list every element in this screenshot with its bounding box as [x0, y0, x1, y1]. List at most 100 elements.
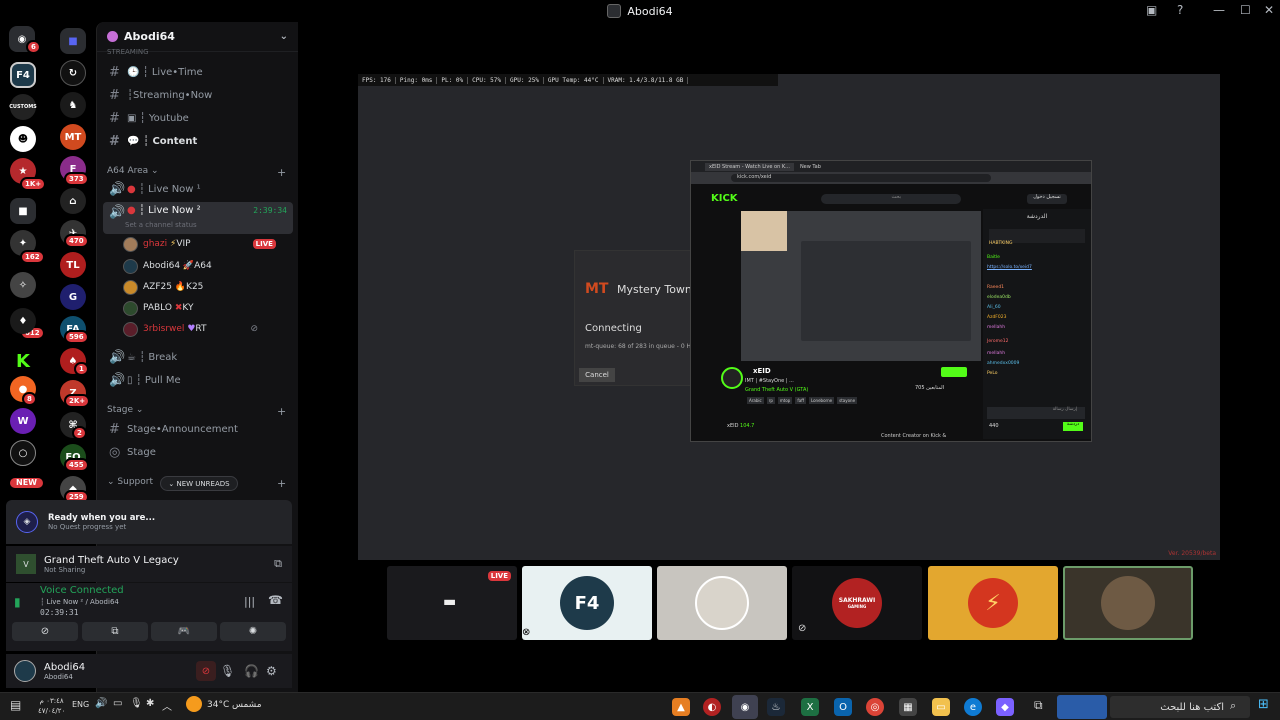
- channel-status-input[interactable]: Set a channel status: [125, 221, 197, 229]
- stage-channel[interactable]: ◎ Stage: [103, 442, 293, 462]
- voice-channel-name[interactable]: ┆ Live Now ² / Abodi64: [40, 598, 119, 606]
- search-highlight-image[interactable]: [1057, 695, 1107, 719]
- tag-chip[interactable]: rp: [766, 397, 775, 404]
- chevron-up-icon[interactable]: ︿: [162, 698, 172, 713]
- add-channel-icon[interactable]: +: [277, 405, 286, 418]
- channel-streaming-now[interactable]: # ┆Streaming•Now: [103, 85, 293, 105]
- folder-icon[interactable]: ■: [10, 198, 36, 224]
- server-icon[interactable]: ○: [10, 440, 36, 466]
- copilot-icon[interactable]: ◆: [996, 698, 1014, 716]
- volume-icon[interactable]: 🔊: [95, 698, 107, 709]
- outlook-icon[interactable]: O: [834, 698, 852, 716]
- chrome-icon[interactable]: ◎: [866, 698, 884, 716]
- tag-chip[interactable]: mtop: [777, 397, 793, 404]
- streamer-avatar[interactable]: [721, 367, 743, 389]
- server-mt-icon[interactable]: MT: [60, 124, 86, 150]
- inbox-icon[interactable]: ▣: [1146, 3, 1157, 17]
- tag-chip[interactable]: faff: [795, 397, 806, 404]
- follow-button[interactable]: [941, 367, 967, 377]
- clock[interactable]: ٠٣:٤٨ م ٤٧/٠٤/٢٠: [38, 696, 65, 716]
- microphone-icon[interactable]: 🎙: [130, 698, 143, 709]
- participant-tile[interactable]: F4 ⊗: [522, 566, 652, 640]
- activities-button[interactable]: 🎮: [151, 622, 217, 641]
- participant-tile[interactable]: ▬ LIVE: [387, 566, 517, 640]
- tag-chip[interactable]: Loneborne: [808, 397, 835, 404]
- close-button[interactable]: ✕: [1264, 3, 1274, 17]
- weather-icon[interactable]: [186, 696, 202, 712]
- category-stage[interactable]: Stage ⌄ +: [107, 405, 286, 418]
- server-icon[interactable]: ↻: [60, 60, 86, 86]
- microphone-icon[interactable]: 🎙: [220, 664, 235, 678]
- add-channel-icon[interactable]: +: [277, 166, 286, 179]
- channel-content[interactable]: # 💬 ┆ Content: [103, 131, 293, 151]
- voice-user-ghazi[interactable]: ghazi ⚡ VIP LIVE: [123, 234, 276, 254]
- login-button[interactable]: تسجيل دخول: [1027, 194, 1067, 204]
- channel-livetime[interactable]: # 🕒 ┆ Live•Time: [103, 62, 293, 82]
- streamer-name[interactable]: xEID: [753, 367, 771, 375]
- stream-view[interactable]: FPS: 176 Ping: 0ms PL: 0% CPU: 57% GPU: …: [358, 74, 1220, 560]
- cancel-button[interactable]: Cancel: [579, 368, 615, 382]
- browser-tab[interactable]: New Tab: [800, 164, 821, 170]
- voice-user-pablo[interactable]: PABLO ✖ KY: [123, 298, 193, 318]
- browser-tab[interactable]: xEID Stream - Watch Live on K...: [705, 162, 794, 171]
- server-icon[interactable]: ⌂: [60, 188, 86, 214]
- kick-server-icon[interactable]: K: [10, 348, 36, 374]
- signal-icon[interactable]: ▮: [14, 595, 21, 609]
- participant-tile[interactable]: SAKHRAWI GAMING ⊘: [792, 566, 922, 640]
- screen-share-button[interactable]: ⧉: [82, 622, 148, 641]
- server-icon[interactable]: ♦: [10, 308, 36, 334]
- app-icon[interactable]: ◐: [703, 698, 721, 716]
- channel-youtube[interactable]: # ▣ ┆ Youtube: [103, 108, 293, 128]
- notification-icon[interactable]: ▤: [10, 698, 21, 712]
- headphones-icon[interactable]: 🎧: [244, 664, 259, 678]
- channel-stage-announcement[interactable]: # Stage•Announcement: [103, 419, 293, 439]
- server-icon[interactable]: W: [10, 408, 36, 434]
- network-icon[interactable]: ▭: [113, 698, 122, 709]
- edge-icon[interactable]: e: [964, 698, 982, 716]
- participant-tile-speaking[interactable]: [1063, 566, 1193, 640]
- language-indicator[interactable]: ENG: [72, 700, 89, 709]
- server-icon[interactable]: ☻: [10, 126, 36, 152]
- search-icon[interactable]: ⌕: [1230, 699, 1236, 713]
- chat-input[interactable]: إرسال رسالة: [987, 407, 1085, 419]
- user-panel[interactable]: Abodi64 Abodi64 ⊘ 🎙 🎧 ⚙: [6, 654, 292, 688]
- folder-icon[interactable]: ■: [60, 28, 86, 54]
- kick-search-input[interactable]: بحث: [821, 194, 961, 204]
- chevron-down-icon[interactable]: ⌄: [280, 31, 288, 42]
- voice-channel-pull-me[interactable]: 🔊 ▯ ┆ Pull Me: [103, 370, 293, 390]
- file-explorer-icon[interactable]: ▭: [932, 698, 950, 716]
- windows-start-icon[interactable]: ⊞: [1258, 697, 1269, 712]
- share-screen-icon[interactable]: ⧉: [274, 557, 282, 571]
- server-f4-icon[interactable]: F4: [10, 62, 36, 88]
- maximize-button[interactable]: ☐: [1240, 3, 1251, 17]
- server-gamer-icon[interactable]: G: [60, 284, 86, 310]
- voice-channel-break[interactable]: 🔊 ☕ ┆ Break: [103, 347, 293, 367]
- tag-chip[interactable]: Arabic: [747, 397, 764, 404]
- quest-panel[interactable]: ◈ Ready when you are... No Quest progres…: [6, 500, 292, 544]
- chat-send-button[interactable]: دردشة: [1063, 422, 1083, 431]
- server-customs-icon[interactable]: CUSTOMS: [9, 94, 37, 120]
- soundboard-button[interactable]: ✺: [220, 622, 286, 641]
- minimize-button[interactable]: —: [1213, 3, 1225, 17]
- app-icon[interactable]: ▲: [672, 698, 690, 716]
- server-folder-icon[interactable]: ✧: [10, 272, 36, 298]
- help-icon[interactable]: ?: [1177, 3, 1183, 17]
- disconnect-icon[interactable]: ☎: [268, 593, 283, 607]
- voice-user-3rbisrwel[interactable]: 3rbisrwel ♥ RT ⊘: [123, 319, 258, 339]
- add-channel-icon[interactable]: +: [277, 477, 286, 490]
- excel-icon[interactable]: X: [801, 698, 819, 716]
- noise-suppression-icon[interactable]: |||: [244, 595, 255, 608]
- voice-user-abodi64[interactable]: Abodi64 🚀 A64: [123, 256, 212, 276]
- category-a64-area[interactable]: A64 Area ⌄ +: [107, 166, 286, 179]
- store-icon[interactable]: ▦: [899, 698, 917, 716]
- chat-link[interactable]: https://solo.to/xeid7: [987, 265, 1032, 270]
- new-unreads-button[interactable]: ⌄ NEW UNREADS: [160, 476, 238, 491]
- stream-video[interactable]: [741, 211, 981, 361]
- category-support[interactable]: ⌄ Support +: [107, 477, 286, 490]
- voice-channel-live-now-2[interactable]: 🔊 ● ┆ Live Now ² 2:39:34 Set a channel st…: [103, 202, 293, 234]
- bluetooth-icon[interactable]: ✱: [146, 698, 154, 709]
- url-bar[interactable]: kick.com/xeid: [731, 174, 991, 182]
- stream-category[interactable]: Grand Theft Auto V (GTA): [745, 387, 808, 393]
- voice-channel-live-now-1[interactable]: 🔊 ● ┆ Live Now ¹: [103, 179, 293, 199]
- category-streaming[interactable]: STREAMING: [107, 48, 149, 56]
